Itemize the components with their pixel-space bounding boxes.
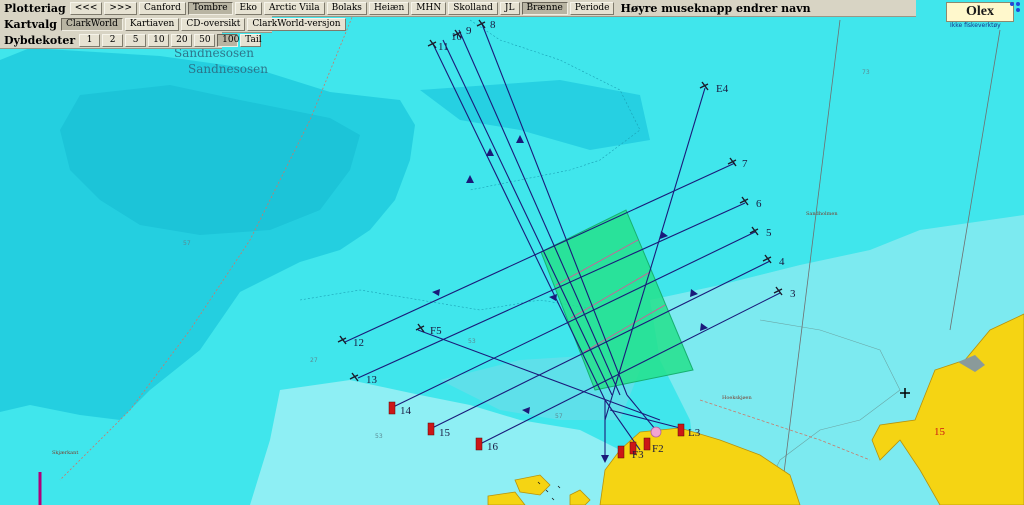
toolbar-button[interactable]: Periode (569, 1, 615, 15)
toolbar-button[interactable]: Tombre (187, 1, 233, 15)
depth-label: 57 (555, 413, 563, 420)
marker-label: 13 (366, 374, 378, 386)
toolbar-button[interactable]: Bolaks (326, 1, 367, 15)
toolbar-button[interactable]: Tail (240, 33, 262, 47)
marker-label: 8 (490, 19, 496, 31)
nautical-chart-map[interactable]: 11 10 9 8 E4 7 6 5 4 3 12 13 14 15 16 F5… (0, 0, 1024, 505)
toolbar-button[interactable]: Canford (139, 1, 186, 15)
depth-label: 53 (375, 433, 383, 440)
toolbar-button[interactable]: CD-oversikt (181, 17, 246, 31)
marker-label: 14 (400, 405, 412, 417)
marker-label: 7 (742, 158, 748, 170)
toolbar-button[interactable]: ClarkWorld (60, 17, 123, 31)
toolbar-button[interactable]: MHN (411, 1, 447, 15)
marker-label: L3 (688, 427, 701, 439)
marker-label: E4 (716, 83, 729, 95)
toolbar-button[interactable]: 2 (102, 33, 124, 47)
depth-label: 53 (468, 338, 476, 345)
toolbar-label: Kartvalg (4, 17, 57, 31)
toolbar-button[interactable]: 50 (194, 33, 216, 47)
chart-note: Sandholmen (806, 211, 838, 217)
olex-logo-button[interactable]: Olex (946, 2, 1014, 22)
toolbar-button[interactable]: 100 (217, 33, 239, 47)
toolbar-button[interactable]: Skolland (448, 1, 498, 15)
toolbar-button[interactable]: 20 (171, 33, 193, 47)
depth-label: 27 (310, 357, 318, 364)
toolbar-button[interactable]: Arctic Viila (263, 1, 325, 15)
toolbar-button[interactable]: <<< (69, 1, 103, 15)
toolbar-button[interactable]: Heiæn (368, 1, 410, 15)
toolbar-button[interactable]: ClarkWorld-versjon (247, 17, 346, 31)
toolbar-button[interactable]: 1 (79, 33, 101, 47)
depth-label: 57 (183, 240, 191, 247)
toolbar-hint: Høyre museknapp endrer navn (620, 1, 811, 15)
logo-dot-icon (1016, 8, 1020, 12)
marker-label: 15 (439, 427, 451, 439)
marker-label: 6 (756, 198, 762, 210)
marker-label: 9 (466, 25, 472, 37)
depth-label: 73 (862, 69, 870, 76)
marker-label: 12 (353, 337, 364, 349)
logo-subtitle: Ikke fiskeverktøy (950, 22, 1001, 29)
marker-label: 16 (487, 441, 499, 453)
toolbar-button[interactable]: Eko (234, 1, 262, 15)
logo-dot-icon (1010, 2, 1014, 6)
toolbar-button[interactable]: 10 (148, 33, 170, 47)
place-name: Sandnesosen (188, 62, 268, 76)
marker-label: F5 (430, 325, 442, 337)
marker-label: 10 (451, 31, 463, 43)
marker-label: 4 (779, 256, 785, 268)
toolbar-button[interactable]: Brænne (521, 1, 568, 15)
toolbar-button[interactable]: >>> (104, 1, 137, 15)
chart-note: Skjærkant (52, 450, 78, 456)
toolbar-button[interactable]: 5 (125, 33, 147, 47)
marker-label: 11 (438, 41, 449, 53)
toolbar-button[interactable]: Kartiaven (124, 17, 180, 31)
toolbar-label: Plotteriag (4, 1, 66, 15)
marker-label: F2 (652, 443, 664, 455)
chart-note: Hoekskjøen (722, 395, 752, 401)
toolbar-label: Dybdekoter (4, 33, 76, 47)
highlight-point (650, 426, 662, 438)
toolbar-button[interactable]: JL (499, 1, 520, 15)
toolbar-plotterlag: Plotteriag <<< >>> Canford Tombre Eko Ar… (0, 0, 916, 17)
marker-label: 15 (934, 426, 946, 438)
marker-label: 3 (790, 288, 796, 300)
marker-label: F3 (632, 449, 644, 461)
logo-dot-icon (1016, 2, 1020, 6)
toolbar-kartvalg: Kartvalg ClarkWorld Kartiaven CD-oversik… (0, 16, 346, 33)
toolbar-dybdekoter: Dybdekoter 1 2 5 10 20 50 100 Tail (0, 32, 262, 49)
marker-label: 5 (766, 227, 772, 239)
